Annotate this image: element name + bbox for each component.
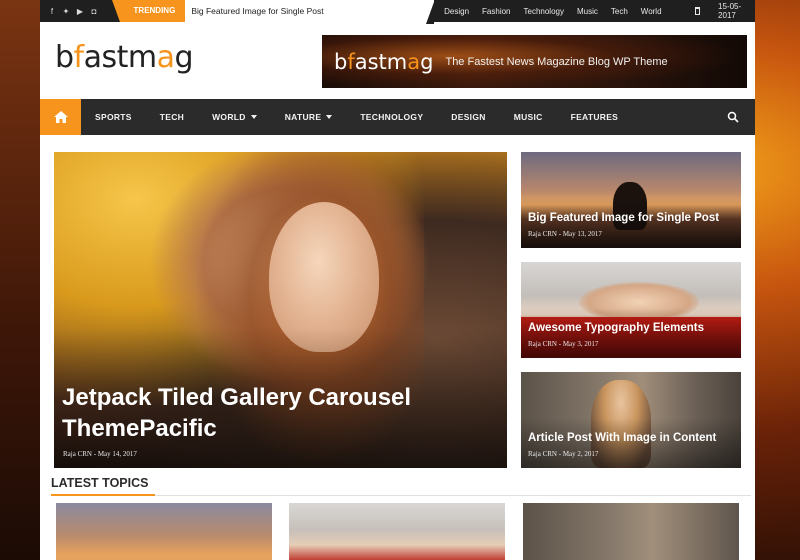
section-divider <box>51 495 751 496</box>
trending-headline[interactable]: Big Featured Image for Single Post <box>185 0 435 22</box>
nav-item-tech[interactable]: TECH <box>160 112 184 122</box>
latest-topic-thumbnail[interactable] <box>523 503 739 560</box>
section-divider-accent <box>51 494 155 496</box>
top-link-fashion[interactable]: Fashion <box>482 7 510 16</box>
header-banner-ad[interactable]: bfastmag The Fastest News Magazine Blog … <box>322 35 747 88</box>
nav-label: FEATURES <box>570 112 619 122</box>
logo-letter-accent: f <box>73 40 85 75</box>
banner-logo: bfastmag <box>334 50 433 74</box>
top-link-music[interactable]: Music <box>577 7 598 16</box>
top-link-design[interactable]: Design <box>444 7 469 16</box>
main-nav: SPORTS TECH WORLD NATURE TECHNOLOGY DESI… <box>40 99 755 135</box>
nav-item-world[interactable]: WORLD <box>212 112 257 122</box>
side-post-card[interactable]: Article Post With Image in Content Raja … <box>521 372 741 468</box>
hero-featured-post[interactable]: Jetpack Tiled Gallery Carousel ThemePaci… <box>54 152 507 468</box>
side-post-meta: Raja CRN - May 3, 2017 <box>528 340 598 348</box>
nav-label: SPORTS <box>95 112 132 122</box>
trending-label: TRENDING <box>111 0 186 22</box>
latest-topic-thumbnail[interactable] <box>56 503 272 560</box>
side-post-meta: Raja CRN - May 2, 2017 <box>528 450 598 458</box>
nav-item-music[interactable]: MUSIC <box>514 112 543 122</box>
side-post-title[interactable]: Article Post With Image in Content <box>528 432 716 444</box>
nav-label: WORLD <box>212 112 246 122</box>
side-post-date: May 3, 2017 <box>562 340 599 348</box>
logo-letter: b <box>55 40 74 75</box>
calendar-icon <box>694 7 701 15</box>
facebook-icon[interactable]: f <box>48 7 56 16</box>
top-link-technology[interactable]: Technology <box>524 7 564 16</box>
side-post-date: May 13, 2017 <box>562 230 602 238</box>
top-link-world[interactable]: World <box>641 7 662 16</box>
nav-item-sports[interactable]: SPORTS <box>95 112 132 122</box>
meta-separator: - <box>558 450 562 458</box>
site-header: bfastmag bfastmag The Fastest News Magaz… <box>40 22 755 99</box>
side-post-meta: Raja CRN - May 13, 2017 <box>528 230 602 238</box>
nav-item-technology[interactable]: TECHNOLOGY <box>360 112 423 122</box>
side-post-title[interactable]: Big Featured Image for Single Post <box>528 212 719 224</box>
latest-topics-section: LATEST TOPICS <box>51 476 751 496</box>
top-link-tech[interactable]: Tech <box>611 7 628 16</box>
meta-separator: - <box>558 230 562 238</box>
banner-logo-letters: astm <box>354 49 408 74</box>
search-icon[interactable] <box>727 111 739 123</box>
nav-label: TECHNOLOGY <box>360 112 424 122</box>
page-background <box>0 0 40 560</box>
logo-letter-accent: a <box>156 40 175 75</box>
site-logo[interactable]: bfastmag <box>55 40 194 75</box>
hero-title[interactable]: Jetpack Tiled Gallery Carousel ThemePaci… <box>62 382 482 444</box>
side-post-card[interactable]: Big Featured Image for Single Post Raja … <box>521 152 741 248</box>
hero-date: May 14, 2017 <box>97 450 137 458</box>
nav-label: MUSIC <box>513 112 543 122</box>
instagram-icon[interactable]: ◘ <box>90 7 98 16</box>
banner-tagline: The Fastest News Magazine Blog WP Theme <box>445 55 668 68</box>
nav-item-features[interactable]: FEATURES <box>571 112 619 122</box>
side-post-date: May 2, 2017 <box>562 450 599 458</box>
chevron-down-icon <box>326 115 333 119</box>
nav-label: DESIGN <box>451 112 486 122</box>
top-bar: f ✦ ▶ ◘ TRENDING Big Featured Image for … <box>40 0 755 24</box>
top-date-text: 15-05-2017 <box>718 2 742 20</box>
meta-separator: - <box>558 340 562 348</box>
banner-logo-accent: a <box>407 49 421 74</box>
home-icon <box>53 111 68 123</box>
latest-topics-heading: LATEST TOPICS <box>51 476 149 490</box>
nav-item-design[interactable]: DESIGN <box>451 112 485 122</box>
nav-item-nature[interactable]: NATURE <box>285 112 333 122</box>
nav-label: NATURE <box>284 112 322 122</box>
youtube-icon[interactable]: ▶ <box>76 7 84 16</box>
meta-separator: - <box>93 450 97 458</box>
nav-label: TECH <box>159 112 185 122</box>
banner-logo-letter: b <box>334 49 348 74</box>
top-nav: Design Fashion Technology Music Tech Wor… <box>426 2 755 24</box>
side-post-author[interactable]: Raja CRN <box>528 340 557 348</box>
home-button[interactable] <box>40 99 81 135</box>
side-post-card[interactable]: Awesome Typography Elements Raja CRN - M… <box>521 262 741 358</box>
latest-topic-thumbnail[interactable] <box>289 503 505 560</box>
top-date: 15-05-2017 <box>694 2 755 20</box>
hero-author[interactable]: Raja CRN <box>63 450 92 458</box>
chevron-down-icon <box>250 115 257 119</box>
side-post-title[interactable]: Awesome Typography Elements <box>528 322 704 334</box>
logo-letter: g <box>174 40 194 75</box>
page-container: f ✦ ▶ ◘ TRENDING Big Featured Image for … <box>40 0 755 560</box>
social-links: f ✦ ▶ ◘ <box>40 7 120 16</box>
side-post-author[interactable]: Raja CRN <box>528 450 557 458</box>
side-post-author[interactable]: Raja CRN <box>528 230 557 238</box>
banner-logo-letter: g <box>420 49 434 74</box>
hero-meta: Raja CRN - May 14, 2017 <box>63 450 137 458</box>
banner-logo-accent: f <box>347 49 355 74</box>
twitter-icon[interactable]: ✦ <box>62 7 70 16</box>
logo-letters: astm <box>83 40 158 75</box>
